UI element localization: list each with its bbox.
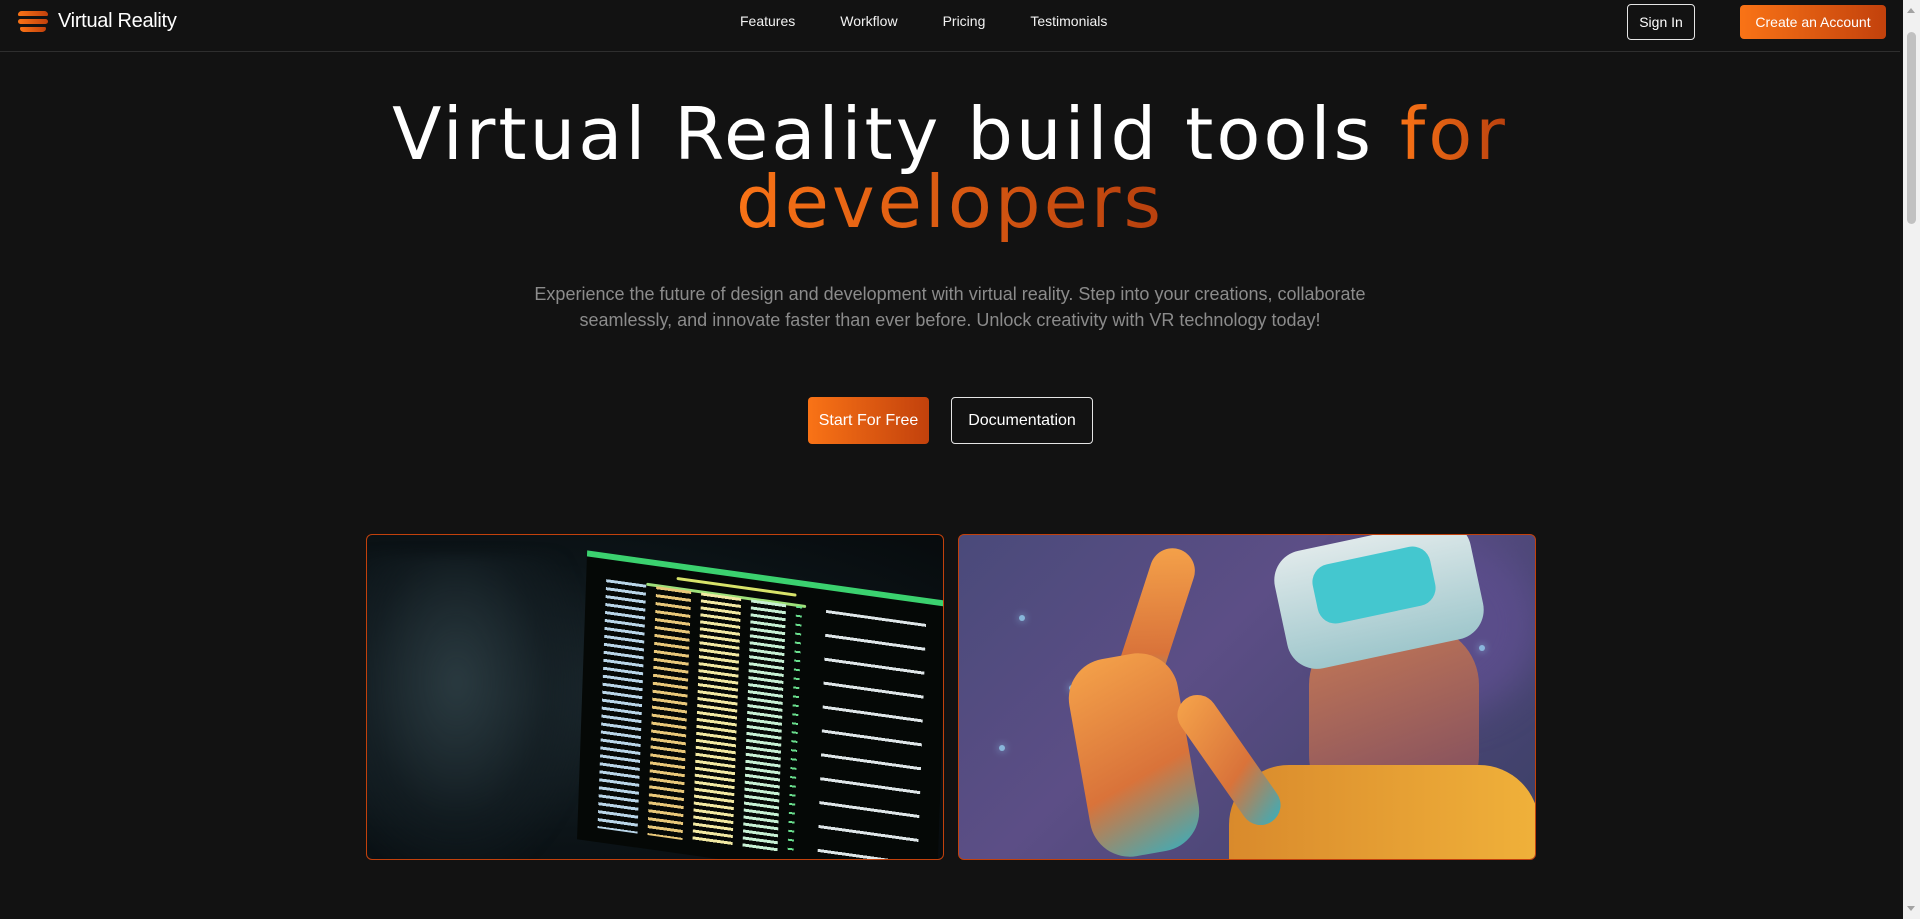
vr-headset-person-image bbox=[958, 534, 1536, 860]
terminal-monitor-image bbox=[366, 534, 944, 860]
nav-features[interactable]: Features bbox=[740, 13, 795, 29]
brand-name: Virtual Reality bbox=[58, 9, 177, 32]
hero-title-accent-for: for bbox=[1399, 92, 1508, 176]
terminal-screen bbox=[577, 550, 943, 859]
nav-workflow[interactable]: Workflow bbox=[840, 13, 897, 29]
scroll-down-icon[interactable] bbox=[1907, 906, 1915, 911]
sign-in-button[interactable]: Sign In bbox=[1627, 4, 1695, 40]
nav-testimonials[interactable]: Testimonials bbox=[1030, 13, 1107, 29]
brand-logo[interactable]: Virtual Reality bbox=[18, 9, 177, 33]
stack-logo-icon bbox=[18, 9, 48, 33]
blurred-person-silhouette bbox=[367, 555, 587, 859]
scroll-thumb[interactable] bbox=[1907, 32, 1916, 224]
hero-title: Virtual Reality build tools for develope… bbox=[0, 98, 1900, 238]
hand-palm bbox=[1062, 646, 1206, 859]
page-scrollbar[interactable] bbox=[1903, 0, 1920, 919]
hero-subtitle: Experience the future of design and deve… bbox=[534, 284, 1366, 330]
scroll-up-icon[interactable] bbox=[1907, 8, 1915, 13]
nav-pricing[interactable]: Pricing bbox=[943, 13, 986, 29]
create-account-button[interactable]: Create an Account bbox=[1740, 5, 1886, 39]
documentation-button[interactable]: Documentation bbox=[951, 397, 1093, 444]
hero-title-accent-developers: developers bbox=[735, 160, 1165, 244]
site-header: Virtual Reality Features Workflow Pricin… bbox=[0, 0, 1900, 52]
main-nav: Features Workflow Pricing Testimonials bbox=[740, 13, 1152, 29]
start-for-free-button[interactable]: Start For Free bbox=[808, 397, 929, 444]
